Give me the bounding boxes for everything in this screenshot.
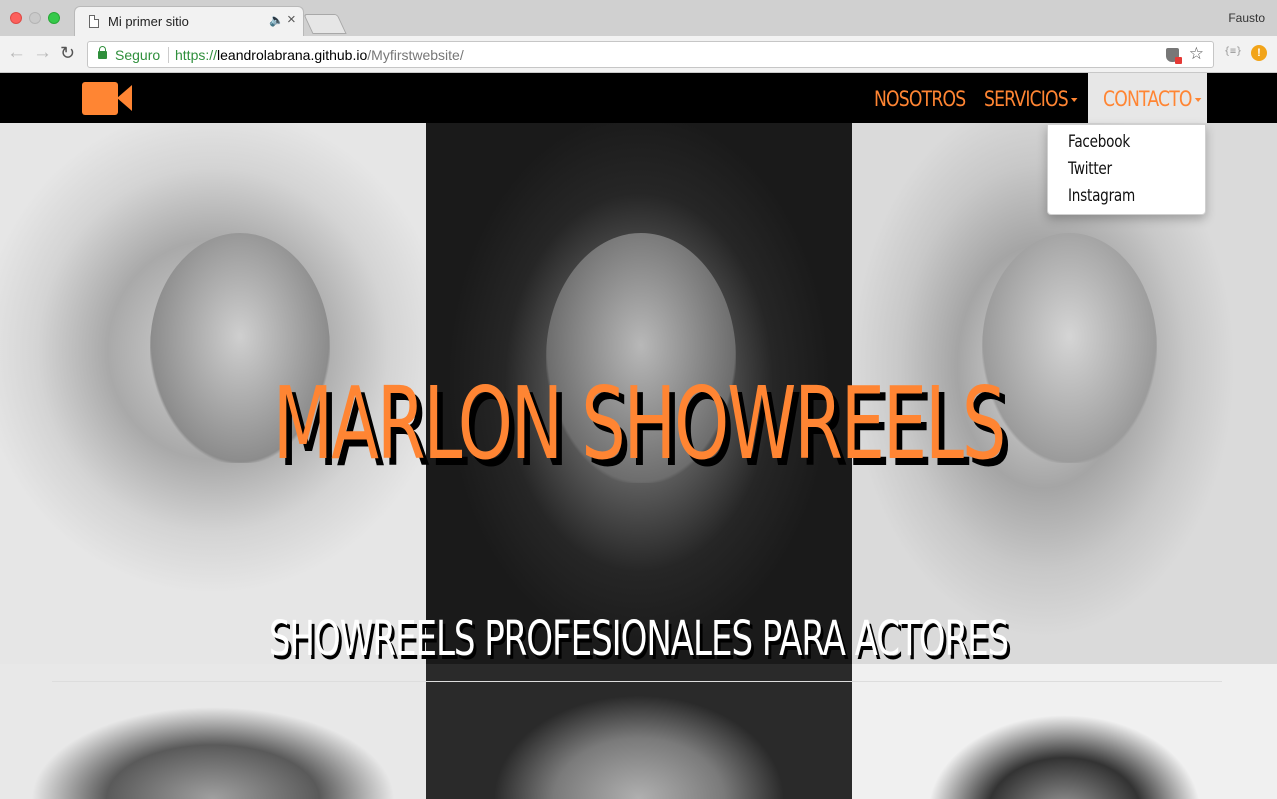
nav-servicios[interactable]: SERVICIOS	[984, 73, 1078, 123]
website-viewport: MARLON SHOWREELS SHOWREELS PROFESIONALES…	[0, 73, 1277, 799]
tab-strip: Mi primer sitio 🔈 × Fausto	[0, 0, 1277, 36]
back-icon[interactable]: ←	[7, 43, 26, 63]
hero-title: MARLON SHOWREELS	[272, 365, 1007, 482]
shield-icon[interactable]	[1166, 48, 1182, 64]
extension-icon[interactable]: {≡}	[1224, 46, 1242, 57]
url-scheme: https://	[175, 47, 218, 63]
dropdown-item-twitter[interactable]: Twitter	[1068, 159, 1112, 179]
url-path: /Myfirstwebsite/	[367, 47, 464, 63]
contacto-dropdown-menu: Facebook Twitter Instagram	[1047, 124, 1206, 215]
new-tab-button[interactable]	[303, 14, 347, 34]
window-close-button[interactable]	[10, 12, 22, 24]
actor-photo	[852, 664, 1277, 799]
nav-servicios-label: SERVICIOS	[984, 87, 1069, 111]
forward-icon[interactable]: →	[33, 43, 52, 63]
profile-name[interactable]: Fausto	[1228, 11, 1265, 25]
chevron-down-icon	[1194, 98, 1202, 102]
address-bar[interactable]: Seguro https://leandrolabrana.github.io/…	[87, 41, 1214, 68]
tab-title: Mi primer sitio	[108, 14, 189, 29]
alert-icon[interactable]: !	[1251, 45, 1267, 61]
speaker-icon[interactable]: 🔈	[269, 13, 284, 27]
window-maximize-button[interactable]	[48, 12, 60, 24]
chevron-down-icon	[1071, 98, 1078, 102]
actor-photo	[0, 664, 426, 799]
secure-label[interactable]: Seguro	[115, 47, 160, 63]
address-separator	[168, 47, 169, 63]
star-icon[interactable]: ☆	[1189, 44, 1204, 64]
dropdown-item-instagram[interactable]: Instagram	[1068, 186, 1135, 206]
nav-nosotros[interactable]: NOSOTROS	[874, 73, 966, 123]
nav-contacto-label: CONTACTO	[1103, 87, 1192, 111]
url-text[interactable]: https://leandrolabrana.github.io/Myfirst…	[175, 47, 464, 63]
reload-icon[interactable]: ↻	[60, 43, 75, 63]
nav-nosotros-label: NOSOTROS	[874, 87, 966, 111]
nav-contacto[interactable]: CONTACTO	[1103, 73, 1202, 123]
camera-lens	[117, 85, 132, 111]
lock-icon	[98, 46, 107, 59]
hero-subtitle: SHOWREELS PROFESIONALES PARA ACTORES	[268, 611, 1009, 667]
page-icon	[89, 15, 99, 28]
site-navbar: NOSOTROS SERVICIOS CONTACTO	[0, 73, 1277, 123]
hero-divider	[52, 681, 1222, 682]
browser-tab[interactable]: Mi primer sitio 🔈 ×	[74, 6, 304, 36]
camera-body	[82, 82, 118, 115]
dropdown-item-facebook[interactable]: Facebook	[1068, 132, 1130, 152]
url-host: leandrolabrana.github.io	[217, 47, 368, 63]
window-minimize-button[interactable]	[29, 12, 41, 24]
close-icon[interactable]: ×	[287, 11, 296, 28]
browser-toolbar: ← → ↻ Seguro https://leandrolabrana.gith…	[0, 36, 1277, 73]
actor-photo	[426, 664, 852, 799]
